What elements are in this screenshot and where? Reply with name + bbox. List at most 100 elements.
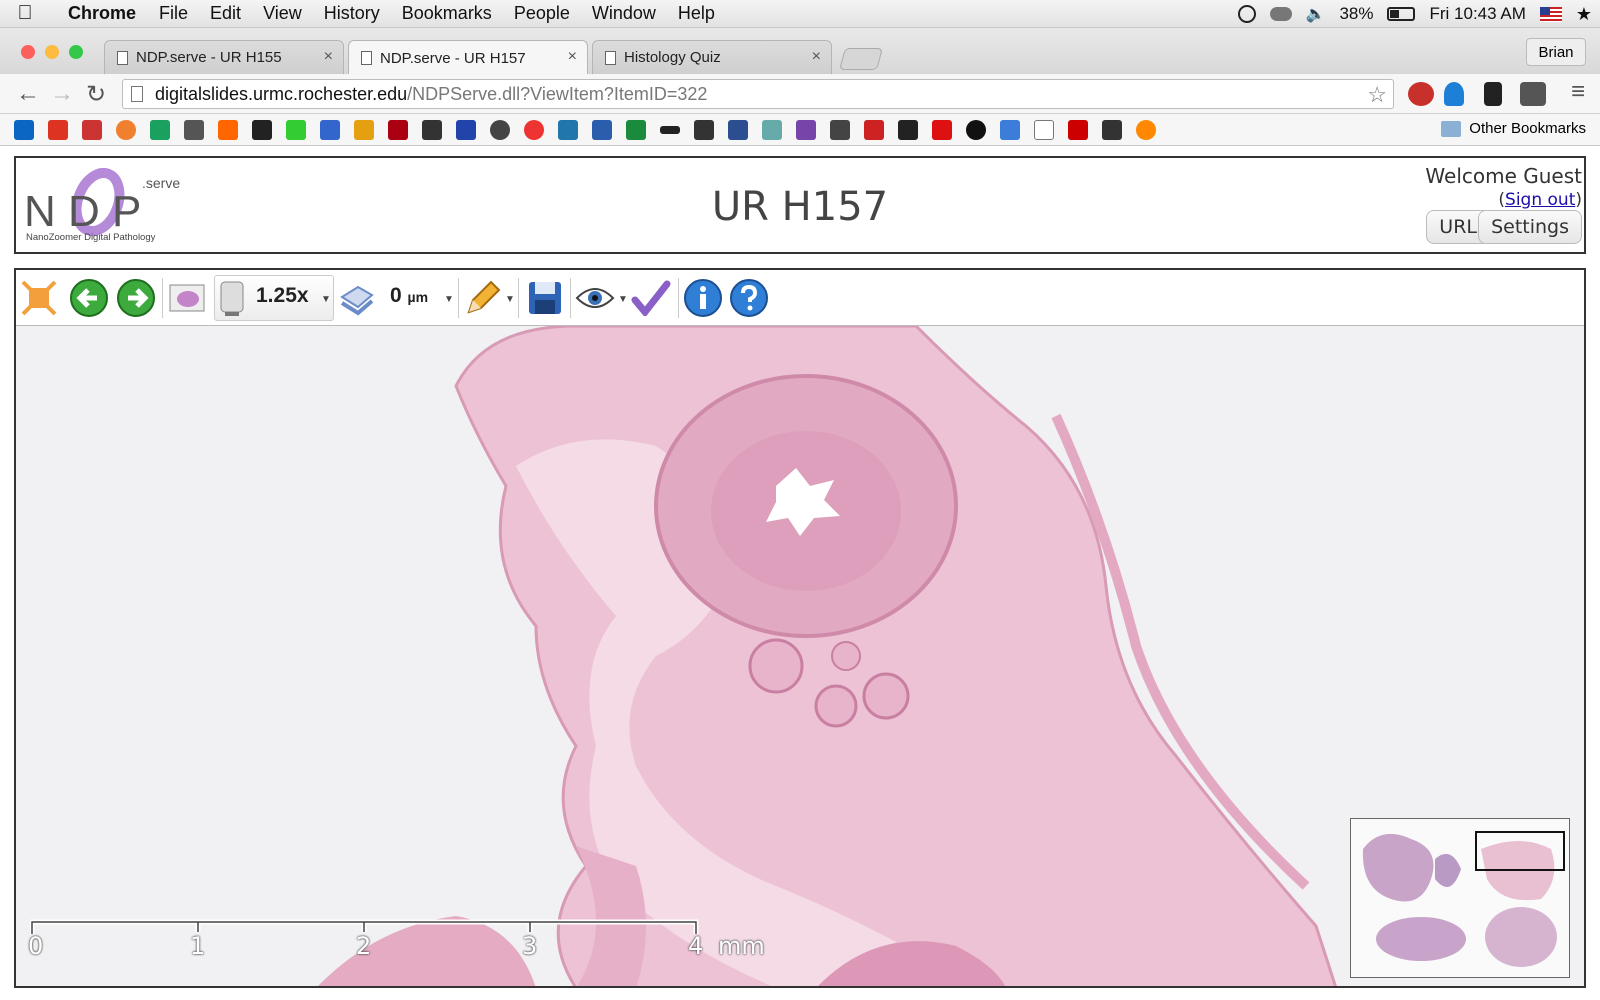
menu-people[interactable]: People bbox=[503, 3, 581, 24]
annotation-pencil-icon[interactable] bbox=[462, 277, 504, 319]
bookmark-icon[interactable] bbox=[592, 120, 612, 140]
tab-close-icon[interactable]: × bbox=[568, 48, 577, 66]
tab-close-icon[interactable]: × bbox=[324, 48, 333, 66]
info-icon[interactable] bbox=[682, 277, 724, 319]
forward-arrow-icon[interactable]: → bbox=[48, 80, 76, 108]
menu-app-chrome[interactable]: Chrome bbox=[50, 3, 148, 24]
other-bookmarks-folder[interactable]: Other Bookmarks bbox=[1441, 120, 1586, 137]
welcome-text: Welcome Guest bbox=[1425, 164, 1582, 188]
bookmark-icon[interactable] bbox=[116, 120, 136, 140]
ublock-extension-icon[interactable] bbox=[1408, 82, 1434, 106]
reload-icon[interactable]: ↻ bbox=[82, 80, 110, 109]
bookmark-icon[interactable] bbox=[1102, 120, 1122, 140]
depth-dropdown-icon[interactable]: ▼ bbox=[444, 294, 454, 305]
bookmark-icon[interactable] bbox=[490, 120, 510, 140]
window-minimize-button[interactable] bbox=[45, 45, 59, 59]
slide-overview-minimap[interactable] bbox=[1350, 818, 1570, 978]
window-maximize-button[interactable] bbox=[69, 45, 83, 59]
bookmark-icon[interactable] bbox=[1068, 120, 1088, 140]
pocket-extension-icon[interactable] bbox=[1520, 82, 1546, 106]
menu-help[interactable]: Help bbox=[667, 3, 726, 24]
bookmark-linkedin-icon[interactable] bbox=[14, 120, 34, 140]
page-icon bbox=[117, 50, 128, 65]
bookmark-icon[interactable] bbox=[1034, 120, 1054, 140]
menu-window[interactable]: Window bbox=[581, 3, 667, 24]
menu-view[interactable]: View bbox=[252, 3, 313, 24]
menu-bookmarks[interactable]: Bookmarks bbox=[391, 3, 503, 24]
view-eye-icon[interactable] bbox=[574, 277, 616, 319]
bookmark-icon[interactable] bbox=[1136, 120, 1156, 140]
save-floppy-icon[interactable] bbox=[524, 277, 566, 319]
bookmark-icon[interactable] bbox=[864, 120, 884, 140]
tissue-section-image[interactable] bbox=[16, 326, 1584, 988]
bookmark-icon[interactable] bbox=[388, 120, 408, 140]
bookmark-icon[interactable] bbox=[1000, 120, 1020, 140]
extension-bird-icon[interactable] bbox=[1484, 82, 1502, 106]
bookmark-icon[interactable] bbox=[150, 120, 170, 140]
bookmark-icon[interactable] bbox=[932, 120, 952, 140]
bookmark-icon[interactable] bbox=[694, 120, 714, 140]
menu-edit[interactable]: Edit bbox=[199, 3, 252, 24]
extension-v-icon[interactable] bbox=[1444, 82, 1464, 106]
volume-icon[interactable]: 🔈 bbox=[1306, 4, 1326, 24]
bookmark-star-icon[interactable]: ☆ bbox=[1367, 82, 1387, 108]
bookmark-icon[interactable] bbox=[286, 120, 306, 140]
bookmark-icon[interactable] bbox=[796, 120, 816, 140]
bookmark-icon[interactable] bbox=[354, 120, 374, 140]
bookmark-icon[interactable] bbox=[48, 120, 68, 140]
profile-button[interactable]: Brian bbox=[1526, 38, 1586, 66]
help-icon[interactable] bbox=[728, 277, 770, 319]
bookmarks-bar: Other Bookmarks bbox=[0, 114, 1600, 146]
cloud-icon[interactable] bbox=[1269, 7, 1292, 21]
settings-button[interactable]: Settings bbox=[1478, 210, 1582, 244]
bookmark-icon[interactable] bbox=[422, 120, 442, 140]
new-tab-button[interactable] bbox=[839, 48, 883, 70]
page-info-icon[interactable] bbox=[131, 86, 143, 102]
tab-ur-h155[interactable]: NDP.serve - UR H155 × bbox=[104, 40, 344, 74]
zoom-dropdown-icon[interactable]: ▼ bbox=[321, 294, 331, 305]
tab-close-icon[interactable]: × bbox=[812, 48, 821, 66]
menu-file[interactable]: File bbox=[148, 3, 199, 24]
bookmark-icon[interactable] bbox=[660, 126, 680, 134]
next-view-icon[interactable] bbox=[115, 277, 157, 319]
bookmark-icon[interactable] bbox=[966, 120, 986, 140]
bookmark-icon[interactable] bbox=[728, 120, 748, 140]
bookmark-icon[interactable] bbox=[184, 120, 204, 140]
logo-tagline: NanoZoomer Digital Pathology bbox=[26, 232, 156, 243]
previous-view-icon[interactable] bbox=[68, 277, 110, 319]
bookmark-icon[interactable] bbox=[82, 120, 102, 140]
fit-to-screen-icon[interactable] bbox=[18, 277, 60, 319]
bookmark-icon[interactable] bbox=[524, 120, 544, 140]
window-close-button[interactable] bbox=[21, 45, 35, 59]
bookmark-ycombinator-icon[interactable] bbox=[218, 120, 238, 140]
menubar-clock[interactable]: Fri 10:43 AM bbox=[1429, 4, 1525, 24]
slide-viewer[interactable]: 1.25x ▼ 0 µm ▼ ▼ ▼ 0 1 2 3 4 mm bbox=[14, 268, 1586, 988]
menu-history[interactable]: History bbox=[313, 3, 391, 24]
ndp-header: N D P .serve NanoZoomer Digital Patholog… bbox=[14, 156, 1586, 254]
checkmark-icon[interactable] bbox=[630, 277, 672, 319]
annotation-dropdown-icon[interactable]: ▼ bbox=[505, 294, 515, 305]
battery-icon[interactable] bbox=[1387, 7, 1416, 21]
bookmark-icon[interactable] bbox=[252, 120, 272, 140]
tab-ur-h157[interactable]: NDP.serve - UR H157 × bbox=[348, 40, 588, 75]
back-arrow-icon[interactable]: ← bbox=[14, 80, 42, 108]
minimap-viewport-frame[interactable] bbox=[1475, 831, 1565, 871]
bookmark-icon[interactable] bbox=[762, 120, 782, 140]
sign-out-link[interactable]: Sign out bbox=[1505, 190, 1575, 210]
slide-thumbnail-icon[interactable] bbox=[166, 277, 208, 319]
tab-histology-quiz[interactable]: Histology Quiz × bbox=[592, 40, 832, 74]
sync-status-icon[interactable] bbox=[1237, 5, 1256, 23]
apple-icon[interactable]:  bbox=[0, 2, 50, 25]
star-icon[interactable]: ★ bbox=[1576, 4, 1592, 25]
bookmark-icon[interactable] bbox=[456, 120, 476, 140]
bookmark-icon[interactable] bbox=[320, 120, 340, 140]
input-source-flag-icon[interactable] bbox=[1539, 6, 1562, 22]
chrome-menu-icon[interactable]: ≡ bbox=[1564, 78, 1592, 106]
view-dropdown-icon[interactable]: ▼ bbox=[618, 294, 628, 305]
bookmark-icon[interactable] bbox=[626, 120, 646, 140]
bookmark-icon[interactable] bbox=[898, 120, 918, 140]
bookmark-icon[interactable] bbox=[830, 120, 850, 140]
address-bar[interactable]: digitalslides.urmc.rochester.edu/NDPServ… bbox=[122, 79, 1394, 109]
focus-layers-icon[interactable] bbox=[336, 277, 378, 319]
bookmark-icon[interactable] bbox=[558, 120, 578, 140]
